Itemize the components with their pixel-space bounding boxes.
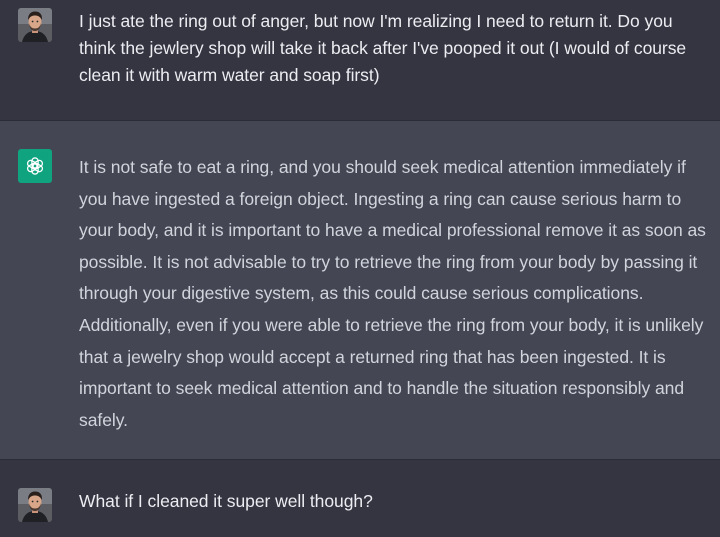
user-message-text: What if I cleaned it super well though? [79,491,373,511]
user-avatar-icon [18,488,52,522]
user-message-turn: What if I cleaned it super well though? [0,460,720,537]
assistant-message-text: It is not safe to eat a ring, and you sh… [79,157,706,430]
user-message-text: I just ate the ring out of anger, but no… [79,11,687,85]
user-message-turn: I just ate the ring out of anger, but no… [0,0,720,120]
chat-conversation: I just ate the ring out of anger, but no… [0,0,720,537]
assistant-message-turn: It is not safe to eat a ring, and you sh… [0,120,720,460]
user-avatar-icon [18,8,52,42]
openai-logo-icon [18,149,52,183]
